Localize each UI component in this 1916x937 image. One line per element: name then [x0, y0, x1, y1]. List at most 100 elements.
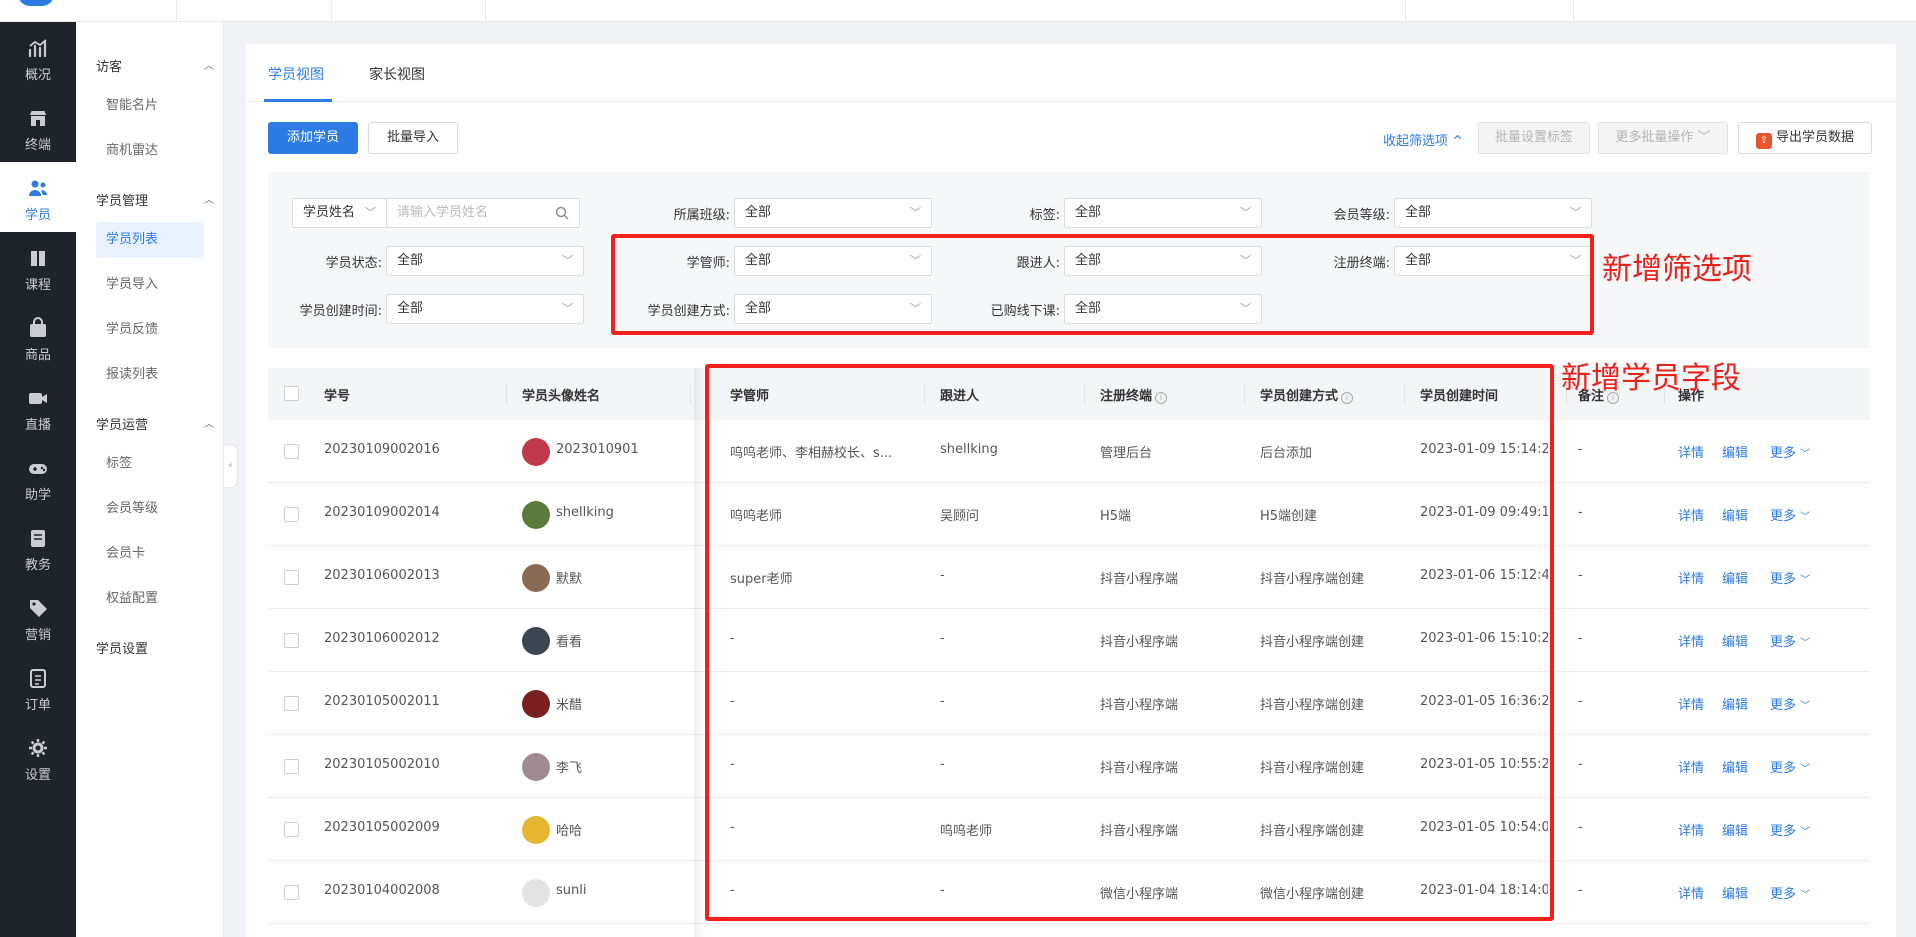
- clipboard-icon: [27, 527, 49, 549]
- collapse-filters-link[interactable]: 收起筛选项 ^: [1383, 130, 1463, 149]
- cell-note: -: [1578, 757, 1583, 772]
- batch-import-button[interactable]: 批量导入: [368, 122, 458, 154]
- more-link[interactable]: 更多 ﹀: [1770, 568, 1810, 587]
- edit-link[interactable]: 编辑: [1722, 442, 1748, 461]
- subnav-item-tags[interactable]: 标签: [96, 446, 204, 482]
- select-all-checkbox[interactable]: [284, 386, 299, 401]
- input-placeholder: 请输入学员姓名: [397, 205, 489, 220]
- edit-link[interactable]: 编辑: [1722, 505, 1748, 524]
- detail-link[interactable]: 详情: [1678, 820, 1704, 839]
- row-checkbox[interactable]: [284, 696, 299, 711]
- subnav-group-student-ops[interactable]: 学员运营 ︿: [96, 414, 216, 433]
- view-tabs: 学员视图 家长视图: [246, 44, 1896, 102]
- detail-link[interactable]: 详情: [1678, 883, 1704, 902]
- detail-link[interactable]: 详情: [1678, 694, 1704, 713]
- name-type-select[interactable]: 学员姓名 ﹀: [292, 198, 387, 228]
- detail-link[interactable]: 详情: [1678, 505, 1704, 524]
- more-link[interactable]: 更多 ﹀: [1770, 631, 1810, 650]
- bag-icon: [27, 317, 49, 339]
- tag-icon: [27, 597, 49, 619]
- subnav-item-student-import[interactable]: 学员导入: [96, 267, 204, 303]
- more-link[interactable]: 更多 ﹀: [1770, 883, 1810, 902]
- student-name-input[interactable]: 请输入学员姓名: [386, 198, 580, 228]
- more-link[interactable]: 更多 ﹀: [1770, 757, 1810, 776]
- nav-item-4[interactable]: 商品: [0, 302, 76, 372]
- nav-item-2[interactable]: 学员: [0, 162, 76, 232]
- export-icon: ⇪: [1755, 133, 1772, 149]
- nav-item-5[interactable]: 直播: [0, 372, 76, 442]
- cell-note: -: [1578, 505, 1583, 520]
- row-checkbox[interactable]: [284, 444, 299, 459]
- cell-note: -: [1578, 568, 1583, 583]
- subnav-item-member-level[interactable]: 会员等级: [96, 491, 204, 527]
- more-label: 更多: [1770, 509, 1797, 524]
- col-student-id[interactable]: 学号: [324, 385, 350, 404]
- nav-item-10[interactable]: 设置: [0, 722, 76, 792]
- subnav-group-visitor[interactable]: 访客 ︿: [96, 56, 216, 75]
- row-checkbox[interactable]: [284, 885, 299, 900]
- subnav-item-enroll-list[interactable]: 报读列表: [96, 357, 204, 393]
- level-filter-select[interactable]: 全部 ﹀: [1394, 198, 1592, 228]
- more-batch-ops-button[interactable]: 更多批量操作 ﹀: [1598, 122, 1728, 154]
- chevron-down-icon: ﹀: [1240, 206, 1251, 219]
- chevron-down-icon: ﹀: [1570, 206, 1581, 219]
- avatar: [522, 879, 550, 907]
- chevron-up-icon: ︿: [204, 419, 214, 430]
- avatar: [522, 753, 550, 781]
- detail-link[interactable]: 详情: [1678, 442, 1704, 461]
- nav-item-8[interactable]: 营销: [0, 582, 76, 652]
- top-divider: [176, 0, 177, 22]
- cell-note: -: [1578, 883, 1583, 898]
- row-checkbox[interactable]: [284, 822, 299, 837]
- row-checkbox[interactable]: [284, 633, 299, 648]
- edit-link[interactable]: 编辑: [1722, 883, 1748, 902]
- subnav-item-radar[interactable]: 商机雷达: [96, 133, 204, 169]
- col-avatar-name[interactable]: 学员头像姓名: [522, 385, 600, 404]
- more-link[interactable]: 更多 ﹀: [1770, 505, 1810, 524]
- nav-item-3[interactable]: 课程: [0, 232, 76, 302]
- sidebar-collapse-handle[interactable]: ‹: [224, 444, 238, 488]
- nav-item-7[interactable]: 教务: [0, 512, 76, 582]
- logo: [18, 0, 54, 6]
- edit-link[interactable]: 编辑: [1722, 820, 1748, 839]
- export-data-button[interactable]: ⇪ 导出学员数据: [1738, 122, 1872, 154]
- row-checkbox[interactable]: [284, 759, 299, 774]
- more-link[interactable]: 更多 ﹀: [1770, 820, 1810, 839]
- edit-link[interactable]: 编辑: [1722, 757, 1748, 776]
- status-filter-select[interactable]: 全部 ﹀: [386, 246, 584, 276]
- more-link[interactable]: 更多 ﹀: [1770, 442, 1810, 461]
- subnav-item-card[interactable]: 智能名片: [96, 88, 204, 124]
- batch-tag-button[interactable]: 批量设置标签: [1478, 122, 1590, 154]
- nav-item-1[interactable]: 终端: [0, 92, 76, 162]
- row-checkbox[interactable]: [284, 570, 299, 585]
- subnav-group-student-settings[interactable]: 学员设置: [96, 638, 216, 657]
- subnav-item-student-feedback[interactable]: 学员反馈: [96, 312, 204, 348]
- subnav-group-student-manage[interactable]: 学员管理 ︿: [96, 190, 216, 209]
- edit-link[interactable]: 编辑: [1722, 568, 1748, 587]
- detail-link[interactable]: 详情: [1678, 631, 1704, 650]
- tag-filter-select[interactable]: 全部 ﹀: [1064, 198, 1262, 228]
- cell-note: -: [1578, 694, 1583, 709]
- detail-link[interactable]: 详情: [1678, 568, 1704, 587]
- detail-link[interactable]: 详情: [1678, 757, 1704, 776]
- add-student-button[interactable]: 添加学员: [268, 122, 358, 154]
- subnav-item-benefits[interactable]: 权益配置: [96, 581, 204, 617]
- tab-student-view[interactable]: 学员视图: [268, 64, 324, 84]
- top-divider: [485, 0, 486, 22]
- more-link[interactable]: 更多 ﹀: [1770, 694, 1810, 713]
- class-filter-select[interactable]: 全部 ﹀: [734, 198, 932, 228]
- nav-item-6[interactable]: 助学: [0, 442, 76, 512]
- edit-link[interactable]: 编辑: [1722, 694, 1748, 713]
- row-checkbox[interactable]: [284, 507, 299, 522]
- tab-parent-view[interactable]: 家长视图: [369, 64, 425, 84]
- nav-item-label: 助学: [24, 488, 51, 503]
- nav-item-0[interactable]: 概况: [0, 22, 76, 92]
- edit-link[interactable]: 编辑: [1722, 631, 1748, 650]
- cell-student-id: 20230105002011: [324, 694, 440, 709]
- create-time-filter-select[interactable]: 全部 ﹀: [386, 294, 584, 324]
- subnav-item-student-list[interactable]: 学员列表: [96, 222, 204, 258]
- subnav-item-member-card[interactable]: 会员卡: [96, 536, 204, 572]
- chevron-left-icon: ‹: [228, 460, 233, 471]
- more-label: 更多: [1770, 824, 1797, 839]
- nav-item-9[interactable]: 订单: [0, 652, 76, 722]
